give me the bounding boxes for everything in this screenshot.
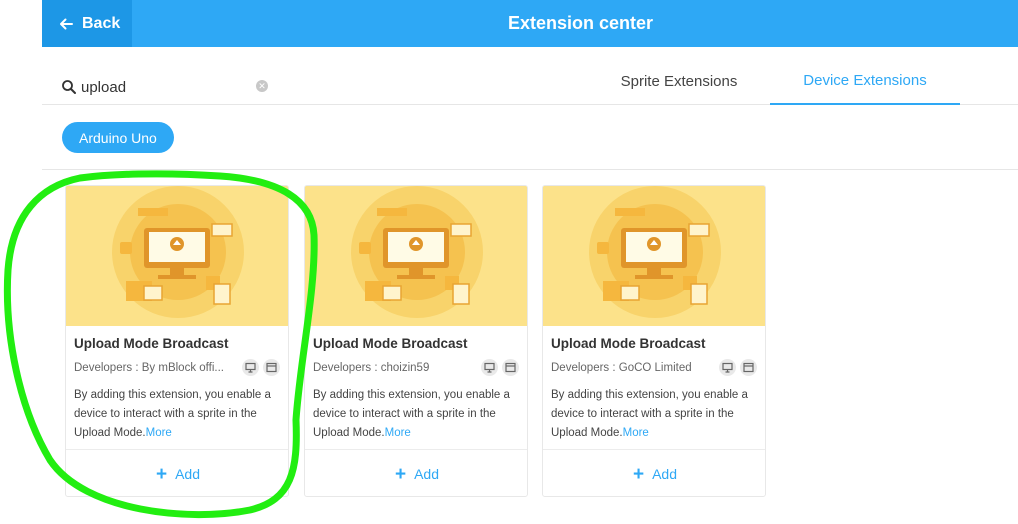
monitor-icon xyxy=(242,359,259,376)
extension-description: By adding this extension, you enable a d… xyxy=(74,386,284,443)
platform-icons xyxy=(481,359,519,376)
add-label: Add xyxy=(414,466,440,482)
tab-sprite-extensions[interactable]: Sprite Extensions xyxy=(602,57,756,105)
add-label: Add xyxy=(652,466,678,482)
extension-thumbnail xyxy=(305,186,527,326)
platform-icons xyxy=(242,359,280,376)
extension-title: Upload Mode Broadcast xyxy=(74,336,229,351)
window-icon xyxy=(263,359,280,376)
device-chip-arduino-uno[interactable]: Arduino Uno xyxy=(62,122,174,153)
description-text: By adding this extension, you enable a d… xyxy=(551,389,748,439)
device-filter-row: Arduino Uno xyxy=(42,105,1018,170)
extension-thumbnail xyxy=(543,186,765,326)
description-text: By adding this extension, you enable a d… xyxy=(313,389,510,439)
extension-thumbnail xyxy=(66,186,288,326)
plus-icon: + xyxy=(632,463,645,485)
add-extension-button[interactable]: + Add xyxy=(543,450,765,496)
more-link[interactable]: More xyxy=(623,427,649,439)
extension-developer: Developers : GoCO Limited xyxy=(551,362,692,374)
upload-monitor-illustration xyxy=(543,186,765,326)
extension-developer: Developers : By mBlock offi... xyxy=(74,362,224,374)
extension-title: Upload Mode Broadcast xyxy=(313,336,468,351)
search-input[interactable] xyxy=(81,75,251,99)
add-label: Add xyxy=(175,466,201,482)
extension-title: Upload Mode Broadcast xyxy=(551,336,706,351)
page-title: Extension center xyxy=(508,13,654,33)
tab-device-extensions[interactable]: Device Extensions xyxy=(770,57,960,105)
window-icon xyxy=(740,359,757,376)
extension-description: By adding this extension, you enable a d… xyxy=(313,386,523,443)
extension-developer: Developers : choizin59 xyxy=(313,362,430,374)
extension-card[interactable]: Upload Mode Broadcast Developers : By mB… xyxy=(65,185,289,497)
clear-search-icon[interactable]: ✕ xyxy=(256,80,268,92)
plus-icon: + xyxy=(155,463,168,485)
search-tabs-row: ✕ Sprite Extensions Device Extensions xyxy=(42,47,1018,105)
top-bar: Back Extension center xyxy=(42,0,1018,47)
upload-monitor-illustration xyxy=(66,186,288,326)
description-text: By adding this extension, you enable a d… xyxy=(74,389,271,439)
monitor-icon xyxy=(481,359,498,376)
plus-icon: + xyxy=(394,463,407,485)
window-icon xyxy=(502,359,519,376)
more-link[interactable]: More xyxy=(146,427,172,439)
add-extension-button[interactable]: + Add xyxy=(66,450,288,496)
extension-card[interactable]: Upload Mode Broadcast Developers : GoCO … xyxy=(542,185,766,497)
extension-card[interactable]: Upload Mode Broadcast Developers : choiz… xyxy=(304,185,528,497)
platform-icons xyxy=(719,359,757,376)
extension-description: By adding this extension, you enable a d… xyxy=(551,386,761,443)
upload-monitor-illustration xyxy=(305,186,527,326)
add-extension-button[interactable]: + Add xyxy=(305,450,527,496)
more-link[interactable]: More xyxy=(385,427,411,439)
monitor-icon xyxy=(719,359,736,376)
search-icon xyxy=(62,80,76,94)
